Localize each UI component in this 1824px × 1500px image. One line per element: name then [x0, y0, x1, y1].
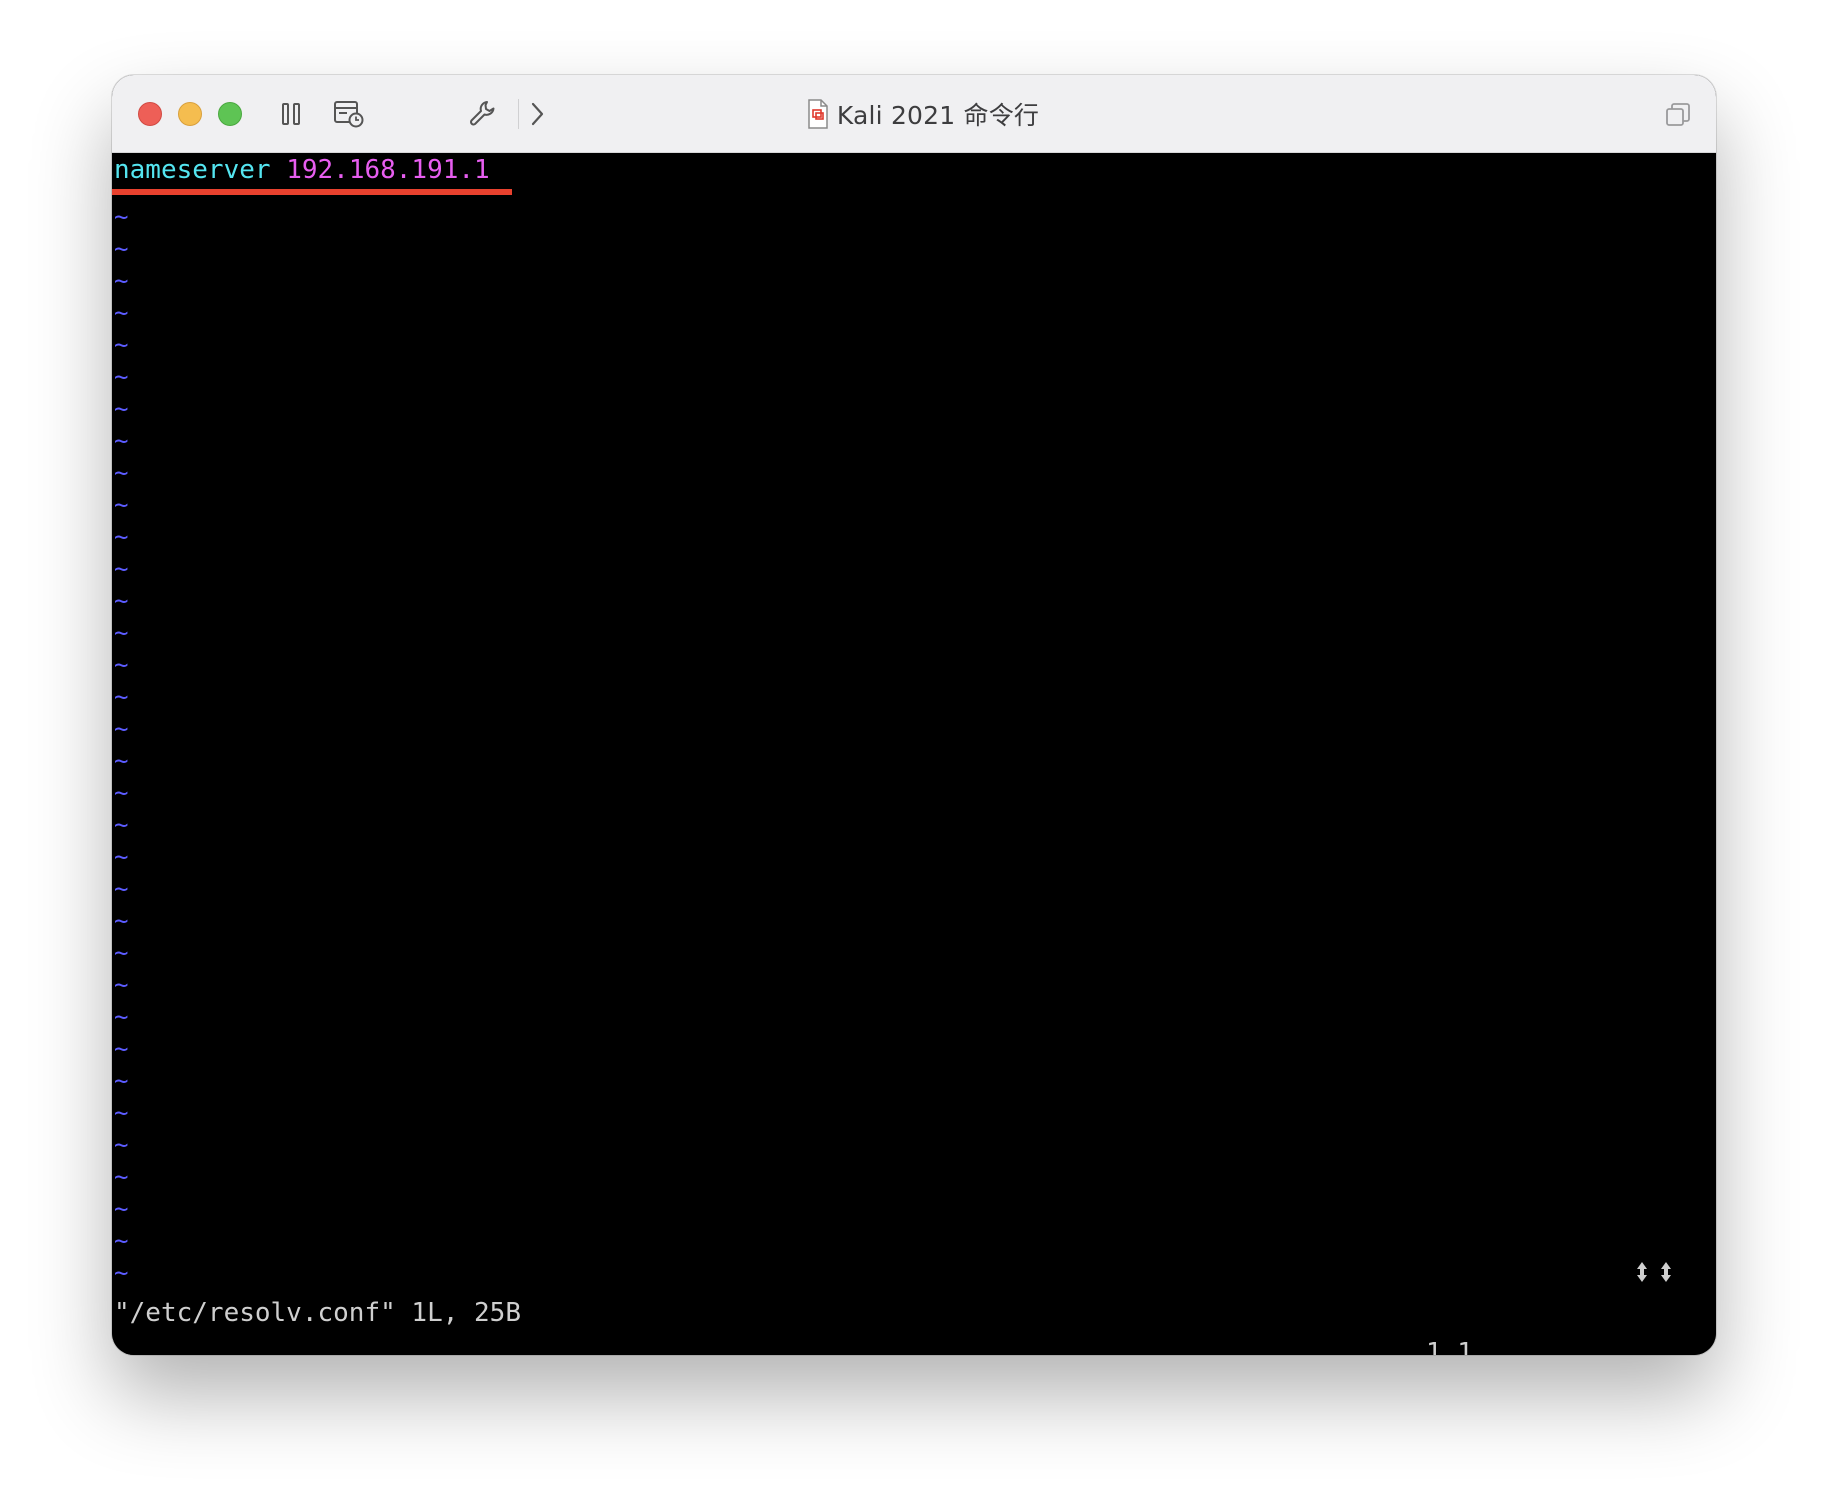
highlight-underline: [112, 189, 512, 195]
tilde-line: ~: [114, 299, 129, 327]
vm-document-icon: [807, 99, 829, 129]
scroll-indicator-icon: [1637, 1262, 1647, 1282]
tilde-line: ~: [114, 971, 129, 999]
tilde-line: ~: [114, 555, 129, 583]
tilde-line: ~: [114, 235, 129, 263]
vm-window: Kali 2021 命令行 nameserver 192.168.191.1 ~…: [112, 75, 1716, 1355]
tilde-line: ~: [114, 491, 129, 519]
tilde-line: ~: [114, 875, 129, 903]
tilde-line: ~: [114, 1163, 129, 1191]
tilde-line: ~: [114, 459, 129, 487]
window-title: Kali 2021 命令行: [836, 101, 1040, 130]
tilde-line: ~: [114, 939, 129, 967]
minimize-button[interactable]: [178, 102, 202, 126]
file-info: "/etc/resolv.conf" 1L, 25B: [114, 1298, 521, 1328]
tilde-line: ~: [114, 1131, 129, 1159]
config-keyword: nameserver: [114, 155, 271, 185]
cursor-position: 1,1: [1426, 1338, 1473, 1355]
tilde-line: ~: [114, 715, 129, 743]
tilde-line: ~: [114, 619, 129, 647]
tilde-line: ~: [114, 747, 129, 775]
editor-line-1: nameserver 192.168.191.1: [114, 153, 490, 187]
status-line: "/etc/resolv.conf" 1L, 25B 1,1: [112, 1253, 1716, 1355]
tilde-line: ~: [114, 843, 129, 871]
tilde-line: ~: [114, 1067, 129, 1095]
tilde-line: ~: [114, 1035, 129, 1063]
title-bar: Kali 2021 命令行: [112, 75, 1716, 153]
tilde-line: ~: [114, 1099, 129, 1127]
tilde-line: ~: [114, 203, 129, 231]
tilde-line: ~: [114, 395, 129, 423]
config-value: 192.168.191.1: [286, 155, 490, 185]
empty-line-markers: ~ ~ ~ ~ ~ ~ ~ ~ ~ ~ ~ ~ ~ ~ ~ ~ ~ ~ ~ ~ ~ ~ ~ ~ ~ ~ ~ ~ ~ ~ ~ ~ ~ ~: [114, 201, 128, 1289]
tilde-line: ~: [114, 523, 129, 551]
terminal-screen[interactable]: nameserver 192.168.191.1 ~ ~ ~ ~ ~ ~ ~ ~ ~ ~ ~ ~ ~ ~ ~…: [112, 153, 1716, 1355]
chevron-right-icon[interactable]: [520, 97, 554, 131]
tilde-line: ~: [114, 779, 129, 807]
snapshot-icon[interactable]: [332, 97, 366, 131]
tilde-line: ~: [114, 811, 129, 839]
tilde-line: ~: [114, 907, 129, 935]
close-button[interactable]: [138, 102, 162, 126]
wrench-icon[interactable]: [466, 97, 500, 131]
tilde-line: ~: [114, 587, 129, 615]
tilde-line: ~: [114, 331, 129, 359]
tilde-line: ~: [114, 651, 129, 679]
tilde-line: ~: [114, 267, 129, 295]
pause-icon[interactable]: [274, 97, 308, 131]
tilde-line: ~: [114, 683, 129, 711]
tilde-line: ~: [114, 1195, 129, 1223]
tilde-line: ~: [114, 427, 129, 455]
scroll-indicator-icon: [1661, 1262, 1671, 1282]
status-indicators: [1636, 1261, 1672, 1283]
duplicate-window-icon[interactable]: [1662, 99, 1694, 131]
maximize-button[interactable]: [218, 102, 242, 126]
tilde-line: ~: [114, 363, 129, 391]
toolbar-divider: [518, 99, 519, 129]
tilde-line: ~: [114, 1003, 129, 1031]
